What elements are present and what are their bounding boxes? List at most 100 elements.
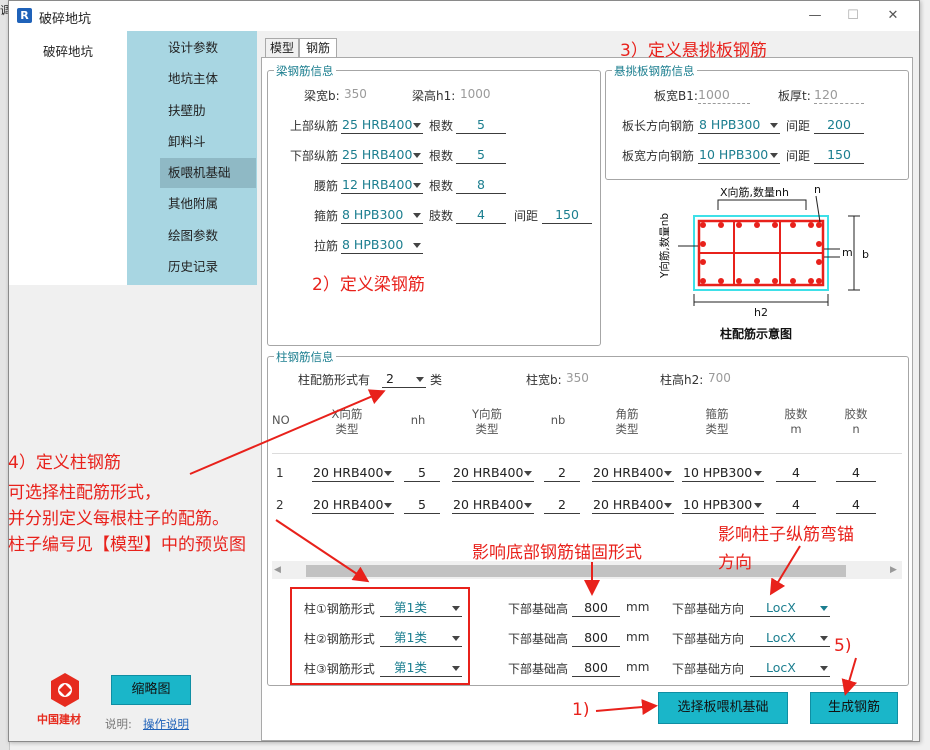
column1-base-dir-combo[interactable]: LocX: [750, 599, 830, 617]
wide-bar-combo[interactable]: 10 HPB300: [698, 146, 780, 164]
diagram-m-label: m: [842, 246, 853, 259]
diagram-top-label: X向筋,数量nh: [720, 185, 789, 199]
column-types-combo[interactable]: 2: [382, 370, 426, 388]
tab-model[interactable]: 模型: [265, 38, 299, 58]
horizontal-scrollbar[interactable]: ◀ ▶: [272, 561, 902, 579]
beam-rebar-group: 梁钢筋信息 梁宽b: 350 梁高h1: 1000 上部纵筋 25 HRB400…: [267, 63, 601, 346]
header-y-bar: Y向筋 类型: [452, 407, 522, 437]
row-corner-value: 20 HRB400: [593, 465, 664, 480]
annotation-column-3: 并分别定义每根柱子的配筋。: [8, 509, 229, 529]
column1-base-h-input[interactable]: 800: [572, 599, 620, 617]
row-nh-input[interactable]: 5: [404, 464, 440, 482]
spacing-input[interactable]: 150: [542, 206, 592, 224]
row-nb-input[interactable]: 2: [544, 496, 580, 514]
tie-combo[interactable]: 8 HPB300: [341, 236, 423, 254]
row-stirrup-value: 10 HPB300: [683, 465, 753, 480]
row-x-bar-combo[interactable]: 20 HRB400: [312, 496, 394, 514]
column-width-value: 350: [566, 371, 589, 385]
column2-form-value: 第1类: [394, 630, 427, 645]
row-n-input[interactable]: 4: [836, 496, 876, 514]
row-y-bar-combo[interactable]: 20 HRB400: [452, 496, 534, 514]
row-x-bar-combo[interactable]: 20 HRB400: [312, 464, 394, 482]
row-stirrup-combo[interactable]: 10 HPB300: [682, 496, 764, 514]
diagram-b-label: b: [862, 248, 869, 261]
column3-base-h-input[interactable]: 800: [572, 659, 620, 677]
row-m-input[interactable]: 4: [776, 496, 816, 514]
top-count-input[interactable]: 5: [456, 116, 506, 134]
nav-header[interactable]: 破碎地坑: [9, 41, 127, 60]
thumbnail-button[interactable]: 缩略图: [111, 675, 191, 705]
column2-base-h-input[interactable]: 800: [572, 629, 620, 647]
scrollbar-thumb[interactable]: [306, 565, 846, 577]
header-stirrup-1: 箍筋: [705, 407, 729, 421]
maximize-button[interactable]: ☐: [835, 5, 871, 27]
diagram-n-label: n: [814, 183, 821, 196]
scroll-right-icon[interactable]: ▶: [890, 565, 897, 575]
annotation-bend-2: 方向: [718, 553, 752, 573]
chevron-down-icon: [820, 606, 828, 611]
nav-menu: 设计参数 地坑主体 扶壁肋 卸料斗 板喂机基础 其他附属 绘图参数 历史记录: [127, 31, 257, 285]
bottom-bar-combo[interactable]: 25 HRB400: [341, 146, 423, 164]
row-nh-input[interactable]: 5: [404, 496, 440, 514]
header-stirrup-2: 类型: [705, 422, 729, 436]
chevron-down-icon: [413, 243, 421, 248]
header-no: NO: [272, 413, 290, 427]
plate-thick-input[interactable]: 120: [814, 86, 864, 104]
bottom-count-input[interactable]: 5: [456, 146, 506, 164]
header-x-bar-1: X向筋: [331, 407, 363, 421]
app-window: R 破碎地坑 — ☐ ✕ 破碎地坑 设计参数 地坑主体 扶壁肋 卸料斗 板喂机基…: [8, 0, 920, 742]
legs-input[interactable]: 4: [456, 206, 506, 224]
nav-item-buttress[interactable]: 扶壁肋: [160, 96, 256, 126]
row-corner-combo[interactable]: 20 HRB400: [592, 496, 674, 514]
column1-form-combo[interactable]: 第1类: [380, 599, 462, 617]
nav-item-pit-body[interactable]: 地坑主体: [160, 64, 256, 94]
nav-item-drawing-params[interactable]: 绘图参数: [160, 221, 256, 251]
column2-form-combo[interactable]: 第1类: [380, 629, 462, 647]
chevron-down-icon: [384, 471, 392, 476]
row-m-input[interactable]: 4: [776, 464, 816, 482]
row-y-bar-value: 20 HRB400: [453, 497, 524, 512]
logo-text: 中国建材: [37, 713, 81, 726]
chevron-down-icon: [452, 666, 460, 671]
plate-width-input[interactable]: 1000: [698, 86, 750, 104]
stirrup-value: 8 HPB300: [342, 207, 404, 222]
close-button[interactable]: ✕: [875, 5, 911, 27]
wide-spacing-input[interactable]: 150: [814, 146, 864, 164]
row-y-bar-combo[interactable]: 20 HRB400: [452, 464, 534, 482]
long-spacing-input[interactable]: 200: [814, 116, 864, 134]
scroll-left-icon[interactable]: ◀: [274, 565, 281, 575]
chevron-down-icon: [384, 503, 392, 508]
generate-rebar-button[interactable]: 生成钢筋: [810, 692, 898, 724]
column2-base-dir-combo[interactable]: LocX: [750, 629, 830, 647]
diagram-h2-label: h2: [754, 306, 768, 319]
row-stirrup-combo[interactable]: 10 HPB300: [682, 464, 764, 482]
column2-base-dir-value: LocX: [766, 630, 796, 645]
nav-item-feeder-base[interactable]: 板喂机基础: [160, 158, 256, 188]
row-corner-combo[interactable]: 20 HRB400: [592, 464, 674, 482]
waist-count-input[interactable]: 8: [456, 176, 506, 194]
column3-base-dir-combo[interactable]: LocX: [750, 659, 830, 677]
column1-form-value: 第1类: [394, 600, 427, 615]
row-n-input[interactable]: 4: [836, 464, 876, 482]
select-feeder-base-button[interactable]: 选择板喂机基础: [658, 692, 788, 724]
header-x-bar: X向筋 类型: [312, 407, 382, 437]
row-nb-input[interactable]: 2: [544, 464, 580, 482]
column-width-label: 柱宽b:: [526, 373, 562, 387]
cantilever-rebar-group: 悬挑板钢筋信息 板宽B1: 1000 板厚t: 120 板长方向钢筋 8 HPB…: [605, 63, 909, 180]
nav-item-history[interactable]: 历史记录: [160, 252, 256, 282]
nav-item-accessories[interactable]: 其他附属: [160, 189, 256, 219]
nav-item-hopper[interactable]: 卸料斗: [160, 127, 256, 157]
tab-rebar[interactable]: 钢筋: [299, 38, 337, 59]
stirrup-combo[interactable]: 8 HPB300: [341, 206, 423, 224]
help-link[interactable]: 操作说明: [143, 716, 189, 732]
minimize-button[interactable]: —: [797, 5, 833, 27]
long-bar-combo[interactable]: 8 HPB300: [698, 116, 780, 134]
wide-bar-value: 10 HPB300: [699, 147, 769, 162]
column3-form-combo[interactable]: 第1类: [380, 659, 462, 677]
row-corner-value: 20 HRB400: [593, 497, 664, 512]
header-corner: 角筋 类型: [592, 407, 662, 437]
waist-bar-combo[interactable]: 12 HRB400: [341, 176, 423, 194]
row-no: 1: [276, 466, 284, 480]
top-bar-combo[interactable]: 25 HRB400: [341, 116, 423, 134]
nav-item-design-params[interactable]: 设计参数: [160, 33, 256, 63]
